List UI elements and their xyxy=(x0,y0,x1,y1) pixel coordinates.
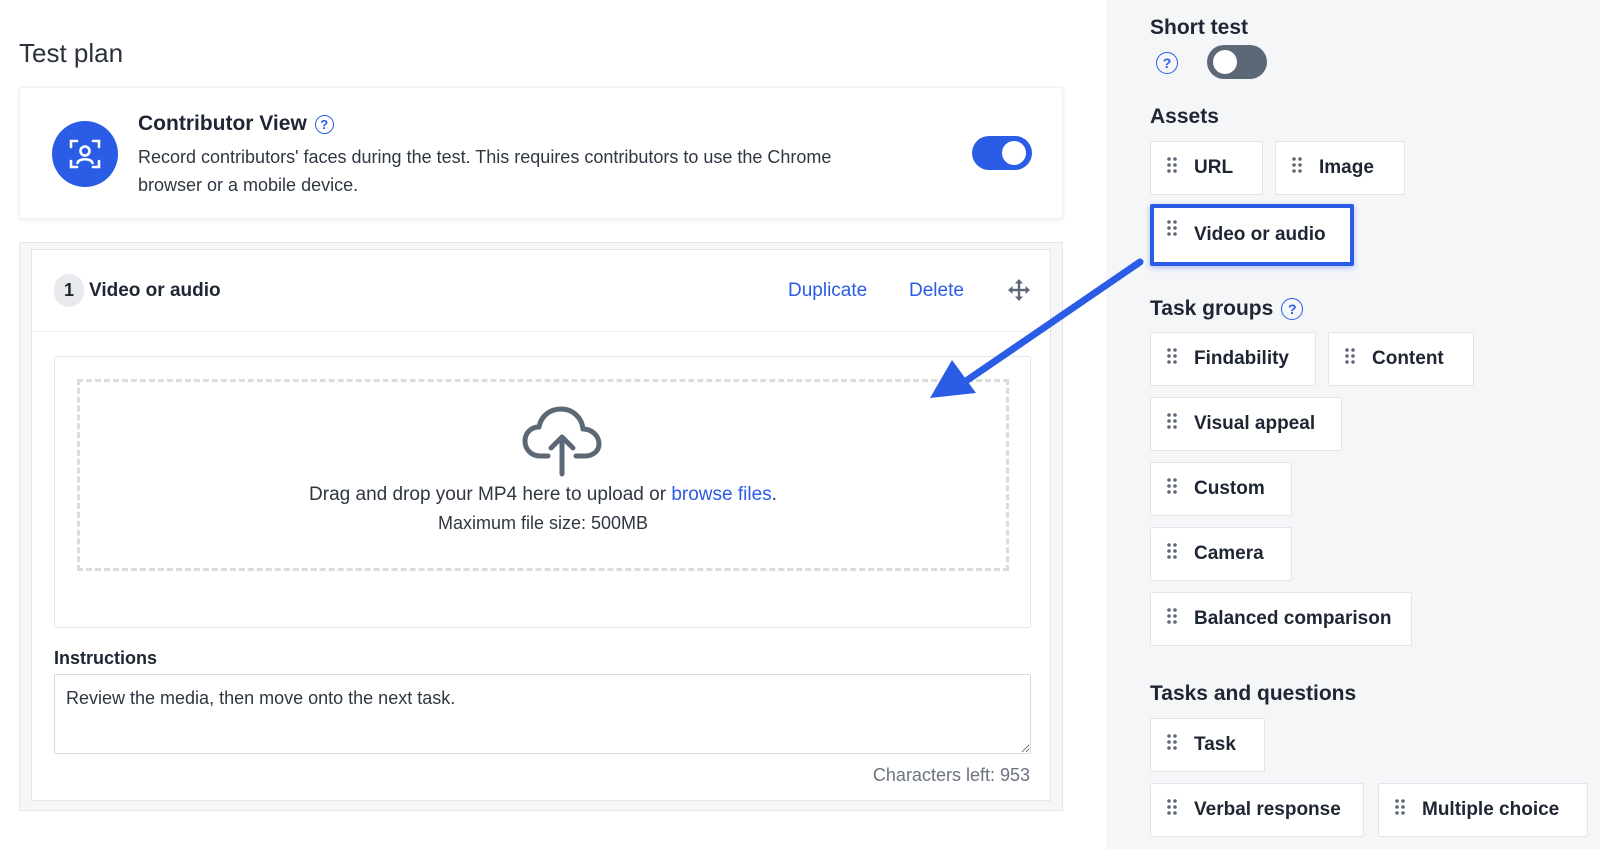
task-chip-task[interactable]: Task xyxy=(1150,718,1265,772)
asset-chip-video-or-audio[interactable]: Video or audio xyxy=(1150,204,1354,266)
task-group-chip-balanced-comparison[interactable]: Balanced comparison xyxy=(1150,592,1412,646)
chip-label: Task xyxy=(1194,734,1236,755)
contributor-view-description: Record contributors' faces during the te… xyxy=(138,147,832,195)
drag-handle-icon xyxy=(1167,543,1177,559)
browse-files-link[interactable]: browse files xyxy=(671,484,771,505)
instructions-textarea[interactable]: Review the media, then move onto the nex… xyxy=(54,674,1031,754)
asset-chip-image[interactable]: Image xyxy=(1275,141,1405,195)
face-recording-icon xyxy=(52,121,118,187)
short-test-title: Short test xyxy=(1150,16,1249,39)
toggle-knob xyxy=(1213,50,1237,74)
upload-text-before: Drag and drop your MP4 here to upload or xyxy=(309,484,672,505)
delete-link[interactable]: Delete xyxy=(909,280,964,302)
task-group-chip-visual-appeal[interactable]: Visual appeal xyxy=(1150,397,1342,451)
drag-handle-icon xyxy=(1292,157,1302,173)
chip-label: Balanced comparison xyxy=(1194,608,1392,629)
chip-label: Multiple choice xyxy=(1422,799,1560,820)
drag-handle-icon xyxy=(1167,799,1177,815)
contributor-view-title: Contributor View ? xyxy=(138,112,334,136)
chip-label: URL xyxy=(1194,157,1234,178)
task-group-chip-camera[interactable]: Camera xyxy=(1150,527,1292,581)
drag-handle-icon xyxy=(1167,413,1177,429)
short-test-help-icon[interactable]: ? xyxy=(1156,52,1178,74)
assets-title: Assets xyxy=(1150,105,1219,128)
task-header: 1 Video or audio Duplicate Delete xyxy=(32,250,1050,332)
characters-left: Characters left: 953 xyxy=(872,765,1030,785)
help-icon[interactable]: ? xyxy=(314,114,334,134)
drag-handle-icon xyxy=(1167,734,1177,750)
task-chip-multiple-choice[interactable]: Multiple choice xyxy=(1378,783,1588,837)
task-group-chip-custom[interactable]: Custom xyxy=(1150,462,1292,516)
drag-handle-icon xyxy=(1395,799,1405,815)
drag-handle-icon xyxy=(1167,478,1177,494)
task-list: 1 Video or audio Duplicate Delete Drag a… xyxy=(19,242,1063,811)
max-file-size: Maximum file size: 500MB xyxy=(437,513,649,533)
upload-instructions: Drag and drop your MP4 here to upload or… xyxy=(80,484,1006,506)
chip-label: Custom xyxy=(1194,478,1265,499)
task-group-chip-content[interactable]: Content xyxy=(1328,332,1474,386)
task-card-video-or-audio: 1 Video or audio Duplicate Delete Drag a… xyxy=(31,249,1051,801)
main-content: Test plan Contributor View ? Record cont… xyxy=(0,0,1106,849)
move-icon[interactable] xyxy=(1008,279,1030,301)
contributor-view-title-text: Contributor View xyxy=(138,112,307,135)
task-chip-verbal-response[interactable]: Verbal response xyxy=(1150,783,1364,837)
asset-chip-url[interactable]: URL xyxy=(1150,141,1263,195)
short-test-toggle[interactable] xyxy=(1207,45,1267,79)
drag-handle-icon xyxy=(1167,220,1177,236)
task-group-chip-findability[interactable]: Findability xyxy=(1150,332,1316,386)
chip-label: Verbal response xyxy=(1194,799,1341,820)
drag-handle-icon xyxy=(1345,348,1355,364)
upload-text-after: . xyxy=(771,484,777,505)
tasks-and-questions-title: Tasks and questions xyxy=(1150,682,1357,705)
duplicate-link[interactable]: Duplicate xyxy=(788,280,867,302)
contributor-view-card: Contributor View ? Record contributors' … xyxy=(19,87,1063,219)
upload-area: Drag and drop your MP4 here to upload or… xyxy=(54,356,1031,628)
task-groups-title: Task groups ? xyxy=(1150,297,1304,321)
chip-label: Video or audio xyxy=(1194,224,1326,245)
toggle-knob xyxy=(1002,141,1026,165)
drag-handle-icon xyxy=(1167,157,1177,173)
chip-label: Content xyxy=(1372,348,1444,369)
task-groups-help-icon[interactable]: ? xyxy=(1281,298,1304,320)
drop-zone[interactable]: Drag and drop your MP4 here to upload or… xyxy=(77,379,1009,571)
task-title: Video or audio xyxy=(89,280,221,301)
instructions-label: Instructions xyxy=(54,648,158,668)
page-title: Test plan xyxy=(19,38,124,68)
drag-handle-icon xyxy=(1167,348,1177,364)
chip-label: Findability xyxy=(1194,348,1289,369)
contributor-view-toggle[interactable] xyxy=(972,136,1032,170)
task-groups-title-text: Task groups xyxy=(1150,297,1274,320)
chip-label: Camera xyxy=(1194,543,1264,564)
chip-label: Visual appeal xyxy=(1194,413,1316,434)
step-number-badge: 1 xyxy=(54,274,84,307)
drag-handle-icon xyxy=(1167,608,1177,624)
chip-label: Image xyxy=(1319,157,1374,178)
sidebar: Short test ? Assets URL Image Video or a… xyxy=(1106,0,1600,849)
cloud-upload-icon xyxy=(522,406,602,477)
